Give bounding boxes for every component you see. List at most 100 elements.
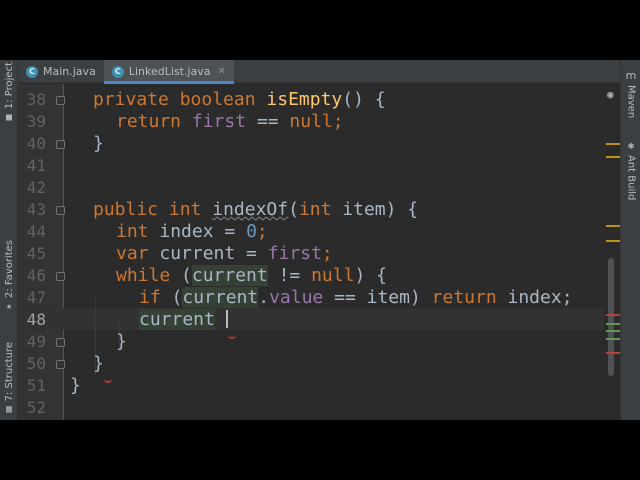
code-text: index =: [148, 221, 247, 242]
fold-marker[interactable]: [56, 140, 65, 149]
code-line-47[interactable]: if (current.value == item) return index;: [139, 287, 573, 309]
fold-marker[interactable]: [56, 360, 65, 369]
line-number: 47: [26, 288, 46, 307]
method-name: isEmpty: [266, 89, 343, 110]
keyword: boolean: [179, 89, 256, 110]
line-number: 52: [26, 398, 46, 417]
fold-marker[interactable]: [56, 206, 65, 215]
line-number: 43: [26, 200, 46, 219]
fold-marker[interactable]: [56, 338, 65, 347]
text-caret: [225, 310, 228, 328]
line-number: 41: [26, 156, 46, 175]
change-marker[interactable]: [606, 338, 620, 340]
tool-tab-label: Maven: [625, 85, 637, 119]
keyword: var: [116, 243, 149, 264]
class-icon: C: [26, 65, 38, 78]
error-marker[interactable]: [606, 314, 620, 316]
keyword: while: [116, 265, 171, 286]
code-text: .: [258, 287, 270, 308]
tool-tab-ant-build[interactable]: ✱ Ant Build: [621, 140, 640, 201]
line-number: 40: [26, 134, 46, 153]
line-number-current: 48: [26, 310, 46, 329]
code-text: ;: [321, 243, 333, 264]
error-marker[interactable]: [606, 352, 620, 354]
line-number: 46: [26, 266, 46, 285]
maven-icon: ⅿ: [625, 69, 637, 82]
code-line-43[interactable]: public int indexOf(int item) {: [93, 199, 418, 221]
code-text: }: [93, 133, 104, 154]
code-text: index;: [496, 287, 573, 308]
code-text: }: [93, 353, 104, 374]
tab-linkedlist-java[interactable]: C LinkedList.java ✕: [103, 60, 234, 84]
class-icon: C: [111, 65, 124, 78]
tab-label: LinkedList.java: [128, 65, 211, 78]
close-icon[interactable]: ✕: [217, 66, 225, 77]
code-text: ;: [256, 221, 268, 242]
tab-label: Main.java: [43, 65, 96, 78]
code-line-38[interactable]: private boolean isEmpty() {: [93, 89, 386, 111]
code-text: item) {: [331, 199, 419, 220]
code-text: (: [160, 287, 183, 308]
warning-marker[interactable]: [606, 240, 620, 242]
code-line-46[interactable]: while (current != null) {: [116, 265, 387, 287]
keyword: return: [116, 111, 182, 132]
method-name: indexOf: [212, 199, 289, 220]
field-name: first: [191, 111, 247, 132]
left-tool-strip: 1: Project ■ 2: Favorites ★ 7: Structure…: [0, 60, 18, 420]
warning-marker[interactable]: [606, 225, 620, 227]
warning-marker[interactable]: [606, 143, 620, 145]
change-marker[interactable]: [606, 330, 620, 332]
code-text: () {: [342, 89, 386, 110]
code-text: }: [70, 375, 81, 396]
keyword: if: [139, 287, 161, 308]
code-line-48[interactable]: current: [139, 309, 236, 339]
highlighted-identifier: current: [139, 309, 215, 330]
change-marker[interactable]: [606, 323, 620, 325]
line-number: 50: [26, 354, 46, 373]
editor-tab-bar: C Main.java C LinkedList.java ✕: [18, 60, 620, 84]
code-line-40[interactable]: }: [93, 133, 104, 155]
code-text: ;: [332, 111, 344, 132]
keyword: null: [311, 265, 355, 286]
tool-tab-favorites[interactable]: 2: Favorites ★: [0, 240, 18, 312]
line-number: 38: [26, 90, 46, 109]
line-number: 44: [26, 222, 46, 241]
keyword: private: [93, 89, 169, 110]
code-line-51[interactable]: }: [70, 375, 81, 397]
right-tool-strip: ⅿ Maven ✱ Ant Build: [620, 60, 640, 420]
folder-icon: ■: [5, 112, 13, 124]
tool-tab-label: 2: Favorites: [3, 240, 15, 299]
code-text: ) {: [354, 265, 387, 286]
editor-scrollbar-thumb[interactable]: [608, 258, 614, 376]
eye-icon[interactable]: ◉: [607, 88, 614, 101]
code-line-45[interactable]: var current = first;: [116, 243, 333, 265]
code-line-50[interactable]: }: [93, 353, 112, 383]
tab-main-java[interactable]: C Main.java: [18, 60, 104, 83]
code-text: == item): [323, 287, 432, 308]
line-number: 51: [26, 376, 46, 395]
fold-marker[interactable]: [56, 96, 65, 105]
tool-tab-project[interactable]: 1: Project ■: [0, 62, 18, 123]
tool-tab-structure[interactable]: 7: Structure ▦: [0, 342, 18, 415]
code-line-49[interactable]: }: [116, 331, 127, 353]
keyword: null: [289, 111, 333, 132]
keyword: return: [431, 287, 497, 308]
letterbox-top: [0, 0, 640, 60]
line-number: 42: [26, 178, 46, 197]
current-line-highlight: [18, 308, 604, 330]
warning-marker[interactable]: [606, 156, 620, 158]
code-text: ==: [246, 111, 290, 132]
structure-icon: ▦: [5, 404, 13, 416]
code-line-39[interactable]: return first == null;: [116, 111, 344, 133]
keyword: int: [116, 221, 149, 242]
code-line-44[interactable]: int index = 0;: [116, 221, 268, 243]
field-name: first: [267, 243, 322, 264]
line-number: 49: [26, 332, 46, 351]
field-name: value: [269, 287, 324, 308]
tool-tab-label: Ant Build: [625, 155, 637, 201]
code-text: !=: [267, 265, 312, 286]
fold-marker[interactable]: [56, 272, 65, 281]
tool-tab-maven[interactable]: ⅿ Maven: [621, 69, 640, 119]
number-literal: 0: [246, 221, 257, 242]
